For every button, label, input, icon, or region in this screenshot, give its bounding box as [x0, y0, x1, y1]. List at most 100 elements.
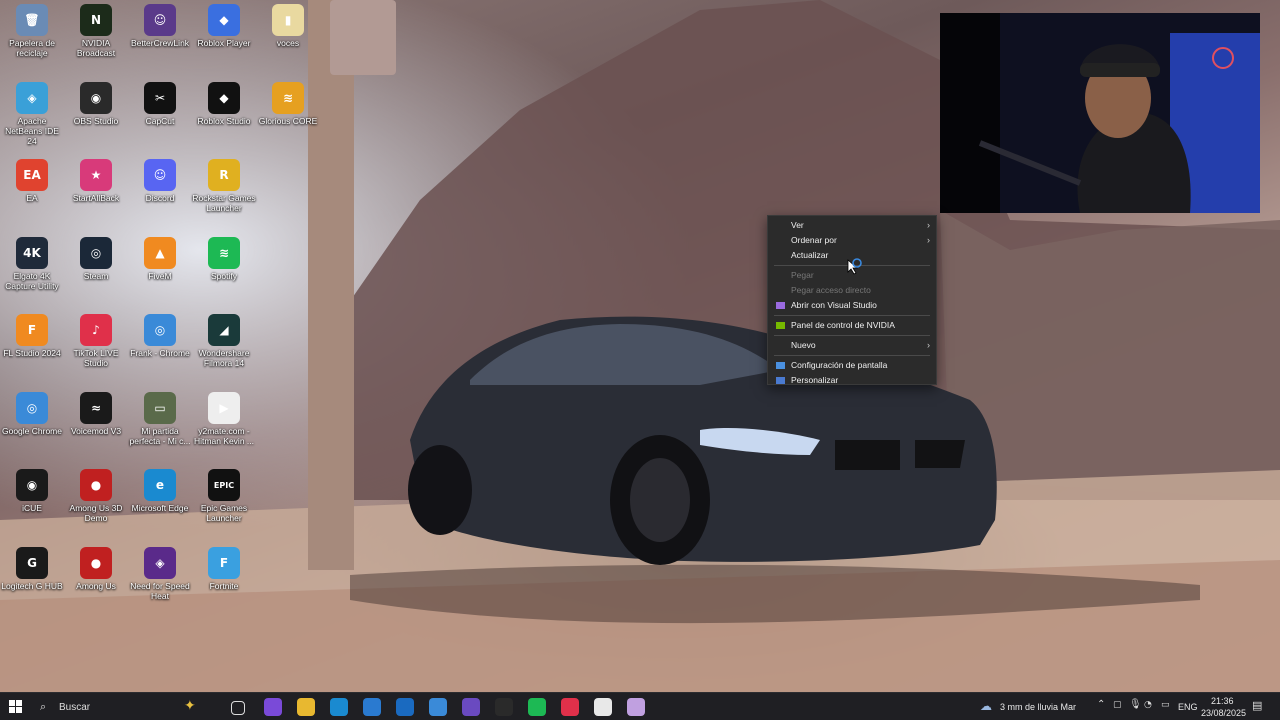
desktop-icon[interactable]: ◆ Roblox Player — [192, 4, 256, 48]
desktop-icon-label: StartAllBack — [72, 193, 120, 203]
desktop-icon[interactable]: 4K Elgato 4K Capture Utility — [0, 236, 64, 291]
desktop-icon[interactable]: e Microsoft Edge — [128, 469, 192, 513]
desktop-context-menu: Ver › Ordenar por › Actualizar Pegar Pegar acc… — [767, 215, 937, 385]
video-file-icon: ▶ — [208, 391, 240, 424]
store-icon[interactable] — [363, 698, 381, 716]
menu-item-ordenar-por[interactable]: Ordenar por › — [768, 233, 936, 248]
icue-icon: ◉ — [16, 469, 48, 501]
tiktok-live-icon[interactable] — [561, 698, 579, 716]
epic-games-icon: EPIC — [208, 469, 240, 501]
menu-item-label: Actualizar — [791, 250, 829, 260]
desktop-icon-label: Frank - Chrome — [130, 348, 190, 358]
desktop-icon[interactable]: N NVIDIA Broadcast — [64, 4, 128, 58]
menu-item-ver[interactable]: Ver › — [768, 218, 936, 233]
desktop-icon-label: Google Chrome — [1, 425, 62, 436]
edge-icon: e — [144, 469, 176, 501]
search-highlight-icon: ✦ — [184, 698, 196, 714]
clock-time[interactable]: 21:36 — [1211, 696, 1234, 706]
desktop-icon[interactable]: ▶ y2mate.com - Hitman Kevin ... — [192, 391, 256, 446]
desktop-icon[interactable]: ● Among Us 3D Demo — [64, 469, 128, 523]
notifications-icon[interactable]: ▤ — [1252, 699, 1262, 712]
menu-item-panel-de-control-de-nvidia[interactable]: Panel de control de NVIDIA — [768, 318, 936, 333]
desktop-icon[interactable]: EPIC Epic Games Launcher — [192, 469, 256, 523]
tray-app-icon[interactable]: ▢ — [1113, 700, 1122, 710]
outlook-icon[interactable] — [396, 698, 414, 716]
mouse-cursor-busy-icon — [847, 258, 862, 275]
desktop-icon[interactable]: EA EA — [0, 159, 64, 203]
discord-icon: ☺ — [144, 159, 176, 191]
desktop-icon[interactable]: ● Among Us — [64, 546, 128, 591]
desktop-icon-label: OBS Studio — [73, 115, 119, 126]
desktop-icon[interactable]: ♪ TikTok LIVE Studio — [64, 314, 128, 368]
desktop-icon-label: Rockstar Games Launcher — [192, 193, 256, 213]
menu-item-abrir-con-visual-studio[interactable]: Abrir con Visual Studio — [768, 298, 936, 313]
desktop-icon[interactable]: ◎ Frank - Chrome — [128, 314, 192, 358]
desktop-icon[interactable]: ◉ iCUE — [0, 469, 64, 513]
task-view-icon[interactable] — [231, 701, 245, 715]
desktop-icon[interactable]: ◎ Steam — [64, 236, 128, 281]
desktop-icon-label: Fortnite — [209, 580, 239, 591]
desktop-icon[interactable]: ◈ Need for Speed Heat — [128, 546, 192, 601]
menu-separator — [774, 315, 930, 316]
spotify-icon[interactable] — [528, 698, 546, 716]
desktop-icon[interactable]: ▭ Mi partida perfecta - Mi c... — [128, 391, 192, 446]
spotify-icon: ≋ — [208, 236, 240, 269]
desktop-icon[interactable]: ◎ Google Chrome — [0, 391, 64, 436]
chrome-icon[interactable] — [429, 698, 447, 716]
desktop-icon-label: Wondershare Filmora 14 — [198, 348, 250, 368]
desktop-icon[interactable]: F Fortnite — [192, 546, 256, 591]
desktop-icon[interactable]: ▮ voces — [256, 4, 320, 48]
bettercrewlink-icon[interactable] — [462, 698, 480, 716]
desktop-icon-label: Voicemod V3 — [70, 425, 122, 436]
webcam-overlay — [940, 13, 1260, 213]
menu-separator — [774, 355, 930, 356]
clock-date[interactable]: 23/08/2025 — [1201, 708, 1246, 718]
tray-overflow-icon[interactable]: ⌃ — [1097, 699, 1105, 710]
desktop-icon[interactable]: R Rockstar Games Launcher — [192, 159, 256, 213]
obs-icon[interactable] — [495, 698, 513, 716]
location-icon[interactable]: ◔ — [1144, 700, 1152, 710]
start-button[interactable] — [9, 700, 23, 714]
weather-icon[interactable]: ☁ — [980, 699, 992, 713]
desktop-icon[interactable]: ◢ Wondershare Filmora 14 — [192, 314, 256, 368]
desktop-icon[interactable]: F FL Studio 2024 — [0, 314, 64, 358]
visual-studio-icon — [776, 302, 785, 309]
desktop-icon[interactable]: ◈ Apache NetBeans IDE 24 — [0, 81, 64, 146]
menu-item-personalizar[interactable]: Personalizar — [768, 373, 936, 388]
network-icon[interactable]: ▭ — [1161, 700, 1170, 710]
voicemod-icon: ≈ — [80, 391, 112, 424]
desktop-icon[interactable]: ◆ Roblox Studio — [192, 81, 256, 126]
weather-text[interactable]: 3 mm de lluvia Mar — [1000, 702, 1076, 712]
menu-item-configuraci-n-de-pantalla[interactable]: Configuración de pantalla — [768, 358, 936, 373]
desktop-icon[interactable]: 🗑 Papelera de reciclaje — [0, 4, 64, 58]
desktop-icon[interactable]: ≈ Voicemod V3 — [64, 391, 128, 436]
desktop-icon-label: TikTok LIVE Studio — [73, 348, 119, 368]
nvidia-broadcast-icon: N — [80, 4, 112, 36]
desktop-icon[interactable]: ☺ Discord — [128, 159, 192, 203]
desktop-icon[interactable]: ◉ OBS Studio — [64, 81, 128, 126]
desktop-icon-label: BetterCrewLink — [130, 38, 190, 48]
menu-item-nuevo[interactable]: Nuevo › — [768, 338, 936, 353]
copilot-icon[interactable] — [264, 698, 282, 716]
desktop-icon[interactable]: ☺ BetterCrewLink — [128, 4, 192, 48]
desktop-icon[interactable]: ▲ FiveM — [128, 236, 192, 281]
menu-item-label: Personalizar — [791, 375, 839, 385]
language-indicator[interactable]: ENG — [1178, 702, 1198, 712]
desktop-icon-label: Papelera de reciclaje — [9, 38, 55, 58]
menu-item-pegar-acceso-directo: Pegar acceso directo — [768, 283, 936, 298]
capcut-icon[interactable] — [594, 698, 612, 716]
edge-icon[interactable] — [330, 698, 348, 716]
app-icon[interactable] — [627, 698, 645, 716]
taskbar-search[interactable]: ⌕ Buscar ✦ — [34, 696, 220, 718]
file-explorer-icon[interactable] — [297, 698, 315, 716]
desktop-icon[interactable]: ✂ CapCut — [128, 81, 192, 126]
desktop-icon[interactable]: ★ StartAllBack — [64, 159, 128, 203]
menu-item-label: Ordenar por — [791, 235, 837, 245]
microphone-icon[interactable]: 🎙 — [1129, 699, 1142, 710]
desktop-icon[interactable]: G Logitech G HUB — [0, 546, 64, 591]
desktop-icon[interactable]: ≋ Spotify — [192, 236, 256, 281]
menu-item-label: Panel de control de NVIDIA — [791, 320, 895, 330]
desktop-icon[interactable]: ≋ Glorious CORE — [256, 81, 320, 126]
search-placeholder: Buscar — [59, 702, 91, 713]
chrome-icon: ◎ — [144, 314, 176, 346]
